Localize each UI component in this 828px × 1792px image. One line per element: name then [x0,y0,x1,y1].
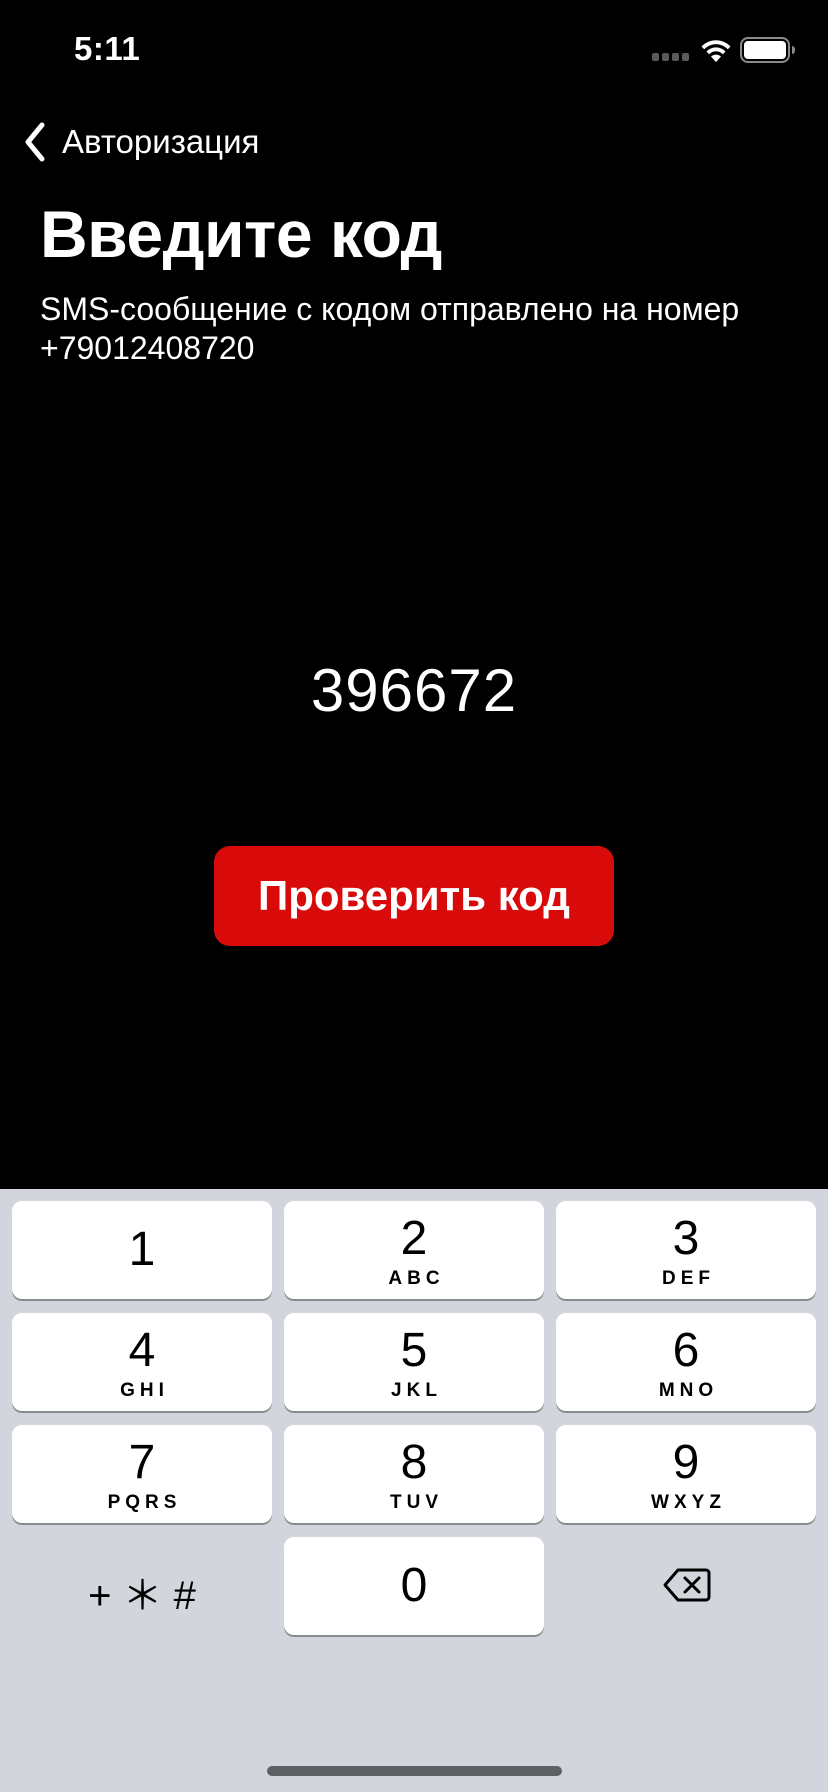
key-letters: DEF [662,1268,715,1289]
status-time: 5:11 [74,30,141,67]
key-0[interactable]: 0 [284,1537,544,1635]
key-letters: JKL [391,1380,442,1401]
key-8[interactable]: 8 TUV [284,1425,544,1523]
key-letters: WXYZ [651,1492,726,1513]
key-letters: TUV [390,1492,443,1513]
key-letters: MNO [658,1380,719,1401]
key-3[interactable]: 3 DEF [556,1201,816,1299]
home-indicator[interactable] [267,1766,562,1776]
delete-button[interactable] [556,1537,816,1635]
key-digit: 9 [672,1436,700,1489]
status-bar: 5:11 [0,0,828,100]
numeric-keypad: 1 2 ABC 3 DEF 4 GHI 5 JKL 6 MNO 7 PQRS 8… [0,1189,828,1792]
key-9[interactable]: 9 WXYZ [556,1425,816,1523]
key-letters: PQRS [107,1492,182,1513]
wifi-icon [701,40,731,62]
back-label: Авторизация [62,123,260,160]
key-1[interactable]: 1 [12,1201,272,1299]
key-digit: 2 [400,1212,428,1265]
key-2[interactable]: 2 ABC [284,1201,544,1299]
key-4[interactable]: 4 GHI [12,1313,272,1411]
page-title: Введите код [40,197,442,271]
key-digit: 8 [400,1436,428,1489]
chevron-left-icon [25,122,45,162]
symbols-label: + ＊ # [88,1574,196,1618]
key-digit: 4 [128,1324,156,1377]
key-5[interactable]: 5 JKL [284,1313,544,1411]
sms-sent-message: SMS-сообщение с кодом отправлено на номе… [40,291,740,366]
key-digit: 7 [128,1436,156,1489]
signal-icon [652,53,690,61]
key-7[interactable]: 7 PQRS [12,1425,272,1523]
key-digit: 3 [672,1212,700,1265]
key-digit: 5 [400,1324,428,1377]
key-letters: GHI [120,1380,169,1401]
key-6[interactable]: 6 MNO [556,1313,816,1411]
key-digit: 0 [400,1559,428,1612]
symbols-key[interactable]: + ＊ # [12,1537,272,1635]
key-letters: ABC [388,1268,445,1289]
code-input[interactable]: 396672 [0,656,828,725]
verify-code-button[interactable]: Проверить код [214,846,614,946]
key-digit: 1 [128,1223,156,1276]
delete-backspace-icon [663,1568,711,1602]
back-button[interactable]: Авторизация [22,118,259,166]
battery-icon [740,37,795,63]
key-digit: 6 [672,1324,700,1377]
